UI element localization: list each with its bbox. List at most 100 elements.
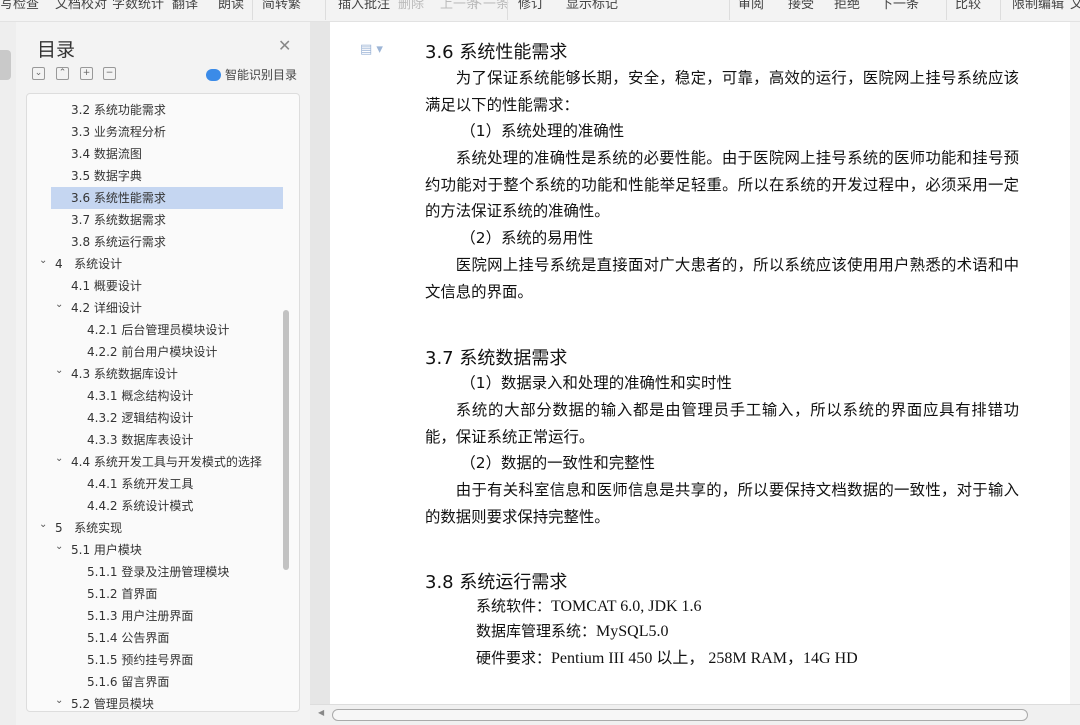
- page-gutter: [310, 22, 330, 725]
- toc-item-label: 4.4.1 系统开发工具: [87, 477, 194, 491]
- toc-item[interactable]: 5.1.2 首界面: [27, 583, 283, 605]
- add-heading-icon[interactable]: +: [80, 67, 93, 80]
- toc-item[interactable]: 4.4.2 系统设计模式: [27, 495, 283, 517]
- toc-item[interactable]: 5.1.3 用户注册界面: [27, 605, 283, 627]
- toc-item[interactable]: 3.7 系统数据需求: [27, 209, 283, 231]
- toc-list: 3.2 系统功能需求 3.3 业务流程分析 3.4 数据流图 3.5 数据字典 3.6 …: [27, 99, 283, 711]
- toc-item[interactable]: 4.3.2 逻辑结构设计: [27, 407, 283, 429]
- close-icon[interactable]: ✕: [278, 36, 291, 55]
- toolbar-button[interactable]: 接受: [788, 0, 814, 12]
- toolbar-button[interactable]: 插入批注: [338, 0, 390, 12]
- remove-heading-icon[interactable]: −: [103, 67, 116, 80]
- toc-item[interactable]: 5.1.1 登录及注册管理模块: [27, 561, 283, 583]
- toc-item[interactable]: ⌄ 4.2 详细设计: [27, 297, 283, 319]
- toolbar-button[interactable]: 删除: [398, 0, 424, 12]
- left-nav-strip: [0, 22, 16, 725]
- toolbar-button[interactable]: 文: [1070, 0, 1080, 12]
- toc-item-label: 3.6 系统性能需求: [71, 191, 166, 205]
- chevron-down-icon[interactable]: ⌄: [55, 294, 63, 316]
- paragraph: （1）系统处理的准确性: [460, 122, 625, 140]
- chevron-down-icon[interactable]: ⌄: [55, 690, 63, 711]
- toc-item-label: 5.1.2 首界面: [87, 587, 158, 601]
- toolbar-button[interactable]: 翻译: [172, 0, 198, 12]
- chevron-down-icon[interactable]: ⌄: [39, 514, 47, 536]
- toc-item[interactable]: ⌄ 5 系统实现: [27, 517, 283, 539]
- toolbar-button[interactable]: 字数统计: [112, 0, 164, 12]
- chevron-down-icon[interactable]: ⌄: [55, 448, 63, 470]
- toc-item-label: 3.2 系统功能需求: [71, 103, 166, 117]
- toc-item[interactable]: ⌄ 5.2 管理员模块: [27, 690, 283, 711]
- toc-item[interactable]: 3.2 系统功能需求: [27, 99, 283, 121]
- paragraph: 医院网上挂号系统是直接面对广大患者的，所以系统应该使用用户熟悉的术语和中文信息的…: [425, 256, 1019, 301]
- chevron-down-icon[interactable]: ⌄: [55, 536, 63, 558]
- toc-item[interactable]: 4.1 概要设计: [27, 275, 283, 297]
- document-page: ▤ ▾ 3.6 系统性能需求 为了保证系统能够长期，安全，稳定，可靠，高效的运行…: [330, 22, 1070, 704]
- toc-item-label: 4.2.2 前台用户模块设计: [87, 345, 218, 359]
- nav-tab-toc[interactable]: [0, 50, 11, 80]
- toc-item[interactable]: 3.4 数据流图: [27, 143, 283, 165]
- toc-scrollbar[interactable]: [283, 310, 289, 570]
- toc-item-label: 5.1.4 公告界面: [87, 631, 170, 645]
- horizontal-scroll-thumb[interactable]: [332, 709, 1028, 721]
- toc-item[interactable]: 3.5 数据字典: [27, 165, 283, 187]
- toc-sidebar: 目录 ✕ ⌄ ⌃ + − 智能识别目录 3.2 系统功能需求 3.3 业务流程分析…: [16, 22, 310, 725]
- toolbar-button[interactable]: 下一条: [470, 0, 509, 12]
- toc-item-label: 5 系统实现: [55, 521, 123, 535]
- toc-item-label: 3.8 系统运行需求: [71, 235, 166, 249]
- toc-item-label: 4.3.2 逻辑结构设计: [87, 411, 194, 425]
- toolbar-button[interactable]: 审阅: [738, 0, 764, 12]
- toc-item[interactable]: 3.8 系统运行需求: [27, 231, 283, 253]
- toolbar-button[interactable]: 简转繁: [262, 0, 301, 12]
- toolbar-button[interactable]: 拒绝: [834, 0, 860, 12]
- toolbar-button[interactable]: 文档校对: [55, 0, 107, 12]
- toc-item-label: 5.1.3 用户注册界面: [87, 609, 194, 623]
- toolbar-button[interactable]: 比较: [955, 0, 981, 12]
- toolbar-button[interactable]: 写检查: [0, 0, 39, 12]
- runtime-software: 系统软件：TOMCAT 6.0, JDK 1.6: [476, 597, 702, 615]
- toolbar-separator: [1000, 0, 1001, 20]
- chevron-down-icon[interactable]: ⌄: [55, 360, 63, 382]
- vertical-scrollbar[interactable]: [1070, 22, 1080, 704]
- toc-item[interactable]: ⌄ 4 系统设计: [27, 253, 283, 275]
- toc-item-label: 3.7 系统数据需求: [71, 213, 166, 227]
- toc-item-label: 4.3.1 概念结构设计: [87, 389, 194, 403]
- paragraph: （2）数据的一致性和完整性: [460, 454, 655, 472]
- toc-item[interactable]: ⌄ 5.1 用户模块: [27, 539, 283, 561]
- toc-item[interactable]: 4.3.1 概念结构设计: [27, 385, 283, 407]
- scroll-left-icon[interactable]: ◀: [318, 708, 324, 717]
- toc-item-label: 5.2 管理员模块: [71, 697, 154, 711]
- toc-item-label: 3.3 业务流程分析: [71, 125, 166, 139]
- sidebar-title: 目录: [37, 39, 76, 61]
- expand-all-icon[interactable]: ⌃: [56, 67, 69, 80]
- heading-3-6: 3.6 系统性能需求: [425, 42, 568, 63]
- paragraph-icon[interactable]: ▤ ▾: [360, 42, 383, 57]
- collapse-all-icon[interactable]: ⌄: [32, 67, 45, 80]
- toc-item-label: 4.3 系统数据库设计: [71, 367, 178, 381]
- paragraph: 系统的大部分数据的输入都是由管理员手工输入，所以系统的界面应具有排错功能，保证系…: [425, 401, 1019, 446]
- smart-toc-button[interactable]: 智能识别目录: [206, 66, 297, 83]
- toc-item[interactable]: 3.3 业务流程分析: [27, 121, 283, 143]
- toc-item-label: 3.4 数据流图: [71, 147, 142, 161]
- toc-item[interactable]: 4.2.2 前台用户模块设计: [27, 341, 283, 363]
- runtime-database: 数据库管理系统：MySQL5.0: [476, 622, 669, 640]
- toc-item[interactable]: 4.4.1 系统开发工具: [27, 473, 283, 495]
- toc-item[interactable]: 5.1.6 留言界面: [27, 671, 283, 693]
- toc-item[interactable]: 5.1.5 预约挂号界面: [27, 649, 283, 671]
- toc-item-label: 3.5 数据字典: [71, 169, 142, 183]
- horizontal-scrollbar[interactable]: ◀: [310, 704, 1080, 725]
- toolbar-button[interactable]: 修订: [518, 0, 544, 12]
- toc-item[interactable]: 5.1.4 公告界面: [27, 627, 283, 649]
- review-toolbar: 写检查 文档校对 字数统计 翻译 朗读 简转繁 插入批注 删除 上一条 下一条 修订 显示标记 审阅 接受…: [0, 0, 1080, 22]
- toc-item[interactable]: 3.6 系统性能需求: [51, 187, 283, 209]
- toolbar-button[interactable]: 限制编辑: [1012, 0, 1064, 12]
- toc-item[interactable]: 4.3.3 数据库表设计: [27, 429, 283, 451]
- toolbar-button[interactable]: 朗读: [218, 0, 244, 12]
- toc-item-label: 4 系统设计: [55, 257, 123, 271]
- toolbar-button[interactable]: 显示标记: [566, 0, 618, 12]
- toc-item[interactable]: ⌄ 4.4 系统开发工具与开发模式的选择: [27, 451, 283, 473]
- chevron-down-icon[interactable]: ⌄: [39, 250, 47, 272]
- toc-item[interactable]: 4.2.1 后台管理员模块设计: [27, 319, 283, 341]
- toolbar-button[interactable]: 下一条: [880, 0, 919, 12]
- paragraph: （1）数据录入和处理的准确性和实时性: [460, 374, 732, 392]
- toc-item[interactable]: ⌄ 4.3 系统数据库设计: [27, 363, 283, 385]
